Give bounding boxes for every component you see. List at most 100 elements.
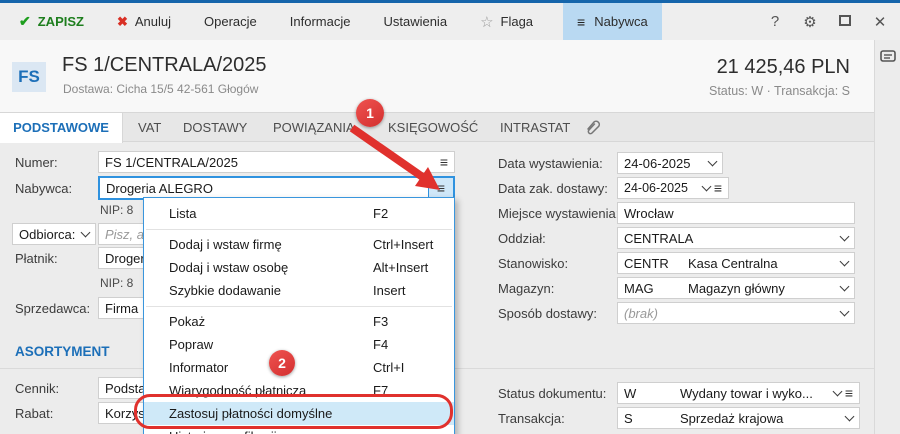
data-wystawienia-value: 24-06-2025	[624, 155, 691, 171]
cross-icon: ✖	[116, 13, 128, 29]
sposob-dostawy-field[interactable]: (brak)	[617, 302, 855, 324]
data-zak-dostawy-label: Data zak. dostawy:	[498, 181, 608, 196]
platnik-label: Płatnik:	[15, 251, 58, 266]
status-summary: Status: W · Transakcja: S	[708, 84, 850, 98]
data-wystawienia-field[interactable]: 24-06-2025	[617, 152, 723, 174]
status-dokumentu-code: W	[624, 385, 637, 401]
menu-item-pokaz[interactable]: Pokaż F3	[144, 310, 454, 333]
menu-operations[interactable]: Operacje	[201, 3, 260, 40]
odbiorca-type-select[interactable]: Odbiorca:	[12, 223, 96, 245]
menu-separator	[144, 302, 454, 310]
nabywca-label: Nabywca:	[15, 181, 73, 196]
tab-ksiegowosc[interactable]: KSIĘGOWOŚĆ	[388, 113, 478, 142]
chevron-down-icon[interactable]	[839, 281, 850, 291]
flag-button-label: Flaga	[500, 14, 534, 29]
platnik-nip: NIP: 8	[100, 276, 134, 290]
tab-intrastat[interactable]: INTRASTAT	[500, 113, 570, 142]
chevron-down-icon[interactable]	[839, 256, 850, 266]
nabywca-nip: NIP: 8	[100, 203, 134, 217]
menu-item-shortcut: Ctrl+Insert	[373, 237, 434, 252]
menu-item-shortcut: F2	[373, 206, 389, 221]
data-zak-dostawy-value: 24-06-2025	[624, 181, 688, 195]
menu-item-lista[interactable]: Lista F2	[144, 202, 454, 225]
stanowisko-name: Kasa Centralna	[688, 255, 778, 271]
menu-information[interactable]: Informacje	[287, 3, 354, 40]
data-zak-dostawy-field[interactable]: 24-06-2025 ≡	[617, 177, 729, 199]
paperclip-icon[interactable]	[584, 119, 602, 137]
window-controls: ? ⚙ ✕	[765, 3, 890, 40]
menu-item-popraw[interactable]: Popraw F4	[144, 333, 454, 356]
chevron-down-icon[interactable]	[839, 231, 850, 241]
menu-item-dodaj-firme[interactable]: Dodaj i wstaw firmę Ctrl+Insert	[144, 233, 454, 256]
magazyn-code: MAG	[624, 280, 654, 296]
tab-dostawy[interactable]: DOSTAWY	[183, 113, 247, 142]
odbiorca-label: Odbiorca:	[19, 226, 76, 242]
menu-item-informator[interactable]: Informator Ctrl+I	[144, 356, 454, 379]
chevron-down-icon[interactable]	[707, 156, 718, 166]
menu-item-label: Dodaj i wstaw firmę	[169, 237, 282, 252]
flag-button[interactable]: ☆ Flaga	[477, 3, 536, 40]
menu-operations-label: Operacje	[204, 14, 257, 29]
oddzial-field[interactable]: CENTRALA	[617, 227, 855, 249]
menu-item-shortcut: F4	[373, 337, 389, 352]
chevron-down-icon	[80, 227, 91, 237]
miejsce-wystawienia-field[interactable]: Wrocław	[617, 202, 855, 224]
magazyn-field[interactable]: MAG Magazyn główny	[617, 277, 855, 299]
context-panel-button-nabywca[interactable]: ≡ Nabywca	[563, 3, 662, 40]
numer-menu-icon[interactable]: ≡	[440, 155, 448, 169]
tab-powiazania[interactable]: POWIĄZANIA	[273, 113, 355, 142]
help-button[interactable]: ?	[765, 13, 785, 30]
settings-gear-button[interactable]: ⚙	[800, 13, 820, 31]
tab-vat[interactable]: VAT	[138, 113, 161, 142]
chevron-down-icon[interactable]	[839, 306, 850, 316]
transakcja-field[interactable]: S Sprzedaż krajowa	[617, 407, 860, 429]
stanowisko-code: CENTR	[624, 255, 669, 271]
nabywca-value: Drogeria ALEGRO	[106, 180, 213, 196]
menu-item-label: Lista	[169, 206, 197, 221]
cennik-label: Cennik:	[15, 381, 60, 396]
chevron-down-icon[interactable]	[844, 411, 855, 421]
chevron-down-icon[interactable]	[832, 386, 843, 396]
transakcja-label: Transakcja:	[498, 411, 565, 426]
maximize-icon	[839, 15, 851, 26]
status-dokumentu-field[interactable]: W Wydany towar i wyko... ≡	[617, 382, 860, 404]
status-dokumentu-menu-icon[interactable]: ≡	[845, 386, 853, 400]
menu-item-dodaj-osobe[interactable]: Dodaj i wstaw osobę Alt+Insert	[144, 256, 454, 279]
chevron-down-icon[interactable]	[701, 181, 712, 191]
page-title: FS 1/CENTRALA/2025	[62, 54, 267, 76]
stanowisko-field[interactable]: CENTR Kasa Centralna	[617, 252, 855, 274]
numer-field[interactable]: FS 1/CENTRALA/2025 ≡	[98, 151, 455, 173]
context-panel-label: Nabywca	[594, 14, 648, 29]
save-button-label: ZAPISZ	[37, 14, 84, 29]
sprzedawca-label: Sprzedawca:	[15, 301, 91, 316]
oddzial-value: CENTRALA	[624, 230, 694, 246]
document-header: FS FS 1/CENTRALA/2025 Dostawa: Cicha 15/…	[0, 40, 874, 112]
annotation-highlight-box	[134, 394, 453, 429]
toolbar: ✔ ZAPISZ ✖ Anuluj Operacje Informacje Us…	[0, 3, 900, 40]
menu-item-shortcut: Insert	[373, 283, 406, 298]
tab-bar: PODSTAWOWE VAT DOSTAWY POWIĄZANIA KSIĘGO…	[0, 112, 874, 143]
delivery-address: Dostawa: Cicha 15/5 42-561 Głogów	[63, 82, 259, 96]
side-panel-strip	[874, 40, 900, 434]
oddzial-label: Oddział:	[498, 231, 546, 246]
nabywca-menu-button[interactable]: ≡	[428, 178, 453, 198]
menu-information-label: Informacje	[289, 14, 351, 29]
menu-item-szybkie-dodawanie[interactable]: Szybkie dodawanie Insert	[144, 279, 454, 302]
menu-item-label: Pokaż	[169, 314, 206, 329]
comment-icon[interactable]	[880, 50, 896, 65]
menu-settings-label: Ustawienia	[383, 14, 448, 29]
doc-type-badge: FS	[12, 62, 46, 92]
annotation-step-1: 1	[356, 99, 384, 127]
menu-item-label: Popraw	[169, 337, 214, 352]
save-button[interactable]: ✔ ZAPISZ	[16, 3, 87, 40]
menu-settings[interactable]: Ustawienia	[380, 3, 450, 40]
menu-item-shortcut: F3	[373, 314, 389, 329]
transakcja-name: Sprzedaż krajowa	[680, 410, 784, 426]
data-zak-menu-icon[interactable]: ≡	[714, 181, 722, 195]
close-button[interactable]: ✕	[870, 13, 890, 31]
section-title-asortyment: ASORTYMENT	[15, 344, 110, 359]
menu-item-label: Szybkie dodawanie	[169, 283, 282, 298]
cancel-button[interactable]: ✖ Anuluj	[114, 3, 174, 40]
maximize-button[interactable]	[835, 13, 855, 30]
tab-podstawowe[interactable]: PODSTAWOWE	[0, 113, 123, 143]
